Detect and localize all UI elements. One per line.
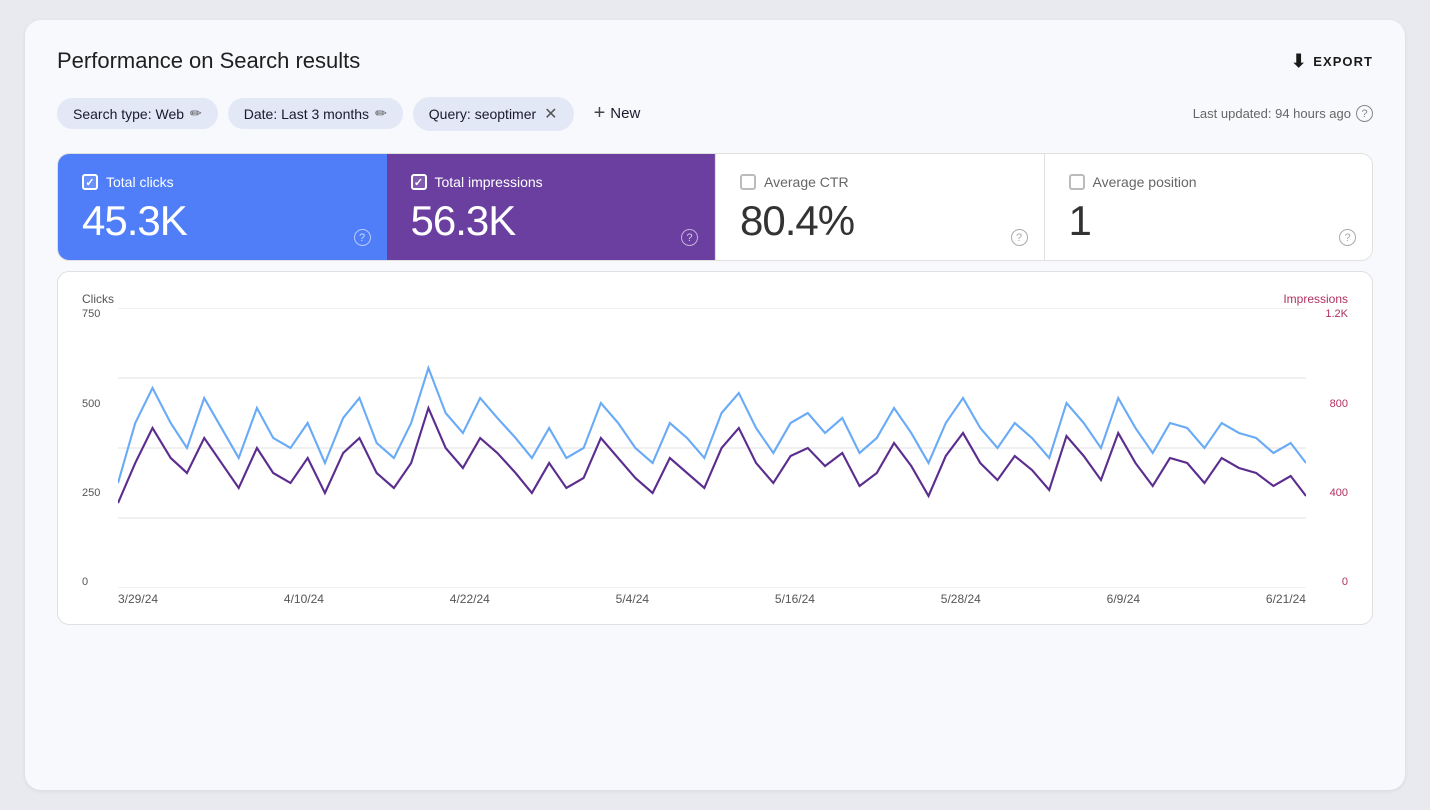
metric-checkbox-impressions[interactable] bbox=[411, 174, 427, 190]
metric-label-position: Average position bbox=[1093, 174, 1197, 190]
last-updated: Last updated: 94 hours ago ? bbox=[1193, 105, 1373, 122]
metric-total-clicks[interactable]: Total clicks 45.3K ? bbox=[58, 154, 387, 260]
last-updated-text: Last updated: 94 hours ago bbox=[1193, 106, 1351, 121]
metric-label-row: Total impressions bbox=[411, 174, 691, 190]
header-row: Performance on Search results ⬇ EXPORT bbox=[57, 48, 1373, 74]
chart-svg bbox=[118, 308, 1306, 588]
new-label: New bbox=[610, 105, 640, 122]
metric-help-clicks[interactable]: ? bbox=[354, 229, 371, 246]
y-tick-right-400: 400 bbox=[1312, 487, 1348, 499]
y-tick-right-1200: 1.2K bbox=[1312, 308, 1348, 320]
metric-help-position[interactable]: ? bbox=[1339, 229, 1356, 246]
metric-label-row: Average CTR bbox=[740, 174, 1020, 190]
metric-label-row: Total clicks bbox=[82, 174, 363, 190]
search-type-filter[interactable]: Search type: Web ✏ bbox=[57, 98, 218, 129]
x-label-1: 3/29/24 bbox=[118, 592, 158, 606]
metric-checkbox-clicks[interactable] bbox=[82, 174, 98, 190]
date-filter[interactable]: Date: Last 3 months ✏ bbox=[228, 98, 403, 129]
chart-container: Clicks Impressions 750 500 250 0 bbox=[57, 271, 1373, 625]
metric-label-impressions: Total impressions bbox=[435, 174, 543, 190]
search-type-label: Search type: Web bbox=[73, 106, 184, 122]
x-label-3: 4/22/24 bbox=[450, 592, 490, 606]
y-tick-left-500: 500 bbox=[82, 398, 112, 410]
edit-icon: ✏ bbox=[375, 105, 387, 122]
last-updated-help-icon[interactable]: ? bbox=[1356, 105, 1373, 122]
x-label-5: 5/16/24 bbox=[775, 592, 815, 606]
date-label: Date: Last 3 months bbox=[244, 106, 369, 122]
metric-total-impressions[interactable]: Total impressions 56.3K ? bbox=[387, 154, 716, 260]
x-label-2: 4/10/24 bbox=[284, 592, 324, 606]
metric-help-ctr[interactable]: ? bbox=[1011, 229, 1028, 246]
metric-average-position[interactable]: Average position 1 ? bbox=[1044, 154, 1373, 260]
metric-label-ctr: Average CTR bbox=[764, 174, 849, 190]
y-tick-left-750: 750 bbox=[82, 308, 112, 320]
metric-value-clicks: 45.3K bbox=[82, 198, 363, 244]
download-icon: ⬇ bbox=[1291, 51, 1307, 72]
y-tick-right-800: 800 bbox=[1312, 398, 1348, 410]
edit-icon: ✏ bbox=[190, 105, 202, 122]
x-label-7: 6/9/24 bbox=[1107, 592, 1140, 606]
export-label: EXPORT bbox=[1313, 54, 1373, 69]
metric-label-row: Average position bbox=[1069, 174, 1349, 190]
clicks-line bbox=[118, 368, 1306, 483]
chart-left-axis-label: Clicks bbox=[82, 292, 114, 306]
metrics-row: Total clicks 45.3K ? Total impressions 5… bbox=[57, 153, 1373, 261]
main-card: Performance on Search results ⬇ EXPORT S… bbox=[25, 20, 1405, 790]
y-tick-left-250: 250 bbox=[82, 487, 112, 499]
y-tick-right-0: 0 bbox=[1312, 576, 1348, 588]
x-label-4: 5/4/24 bbox=[616, 592, 649, 606]
metric-value-impressions: 56.3K bbox=[411, 198, 691, 244]
query-label: Query: seoptimer bbox=[429, 106, 536, 122]
close-icon: ✕ bbox=[544, 104, 557, 124]
metric-checkbox-position[interactable] bbox=[1069, 174, 1085, 190]
export-button[interactable]: ⬇ EXPORT bbox=[1291, 51, 1373, 72]
metric-label-clicks: Total clicks bbox=[106, 174, 174, 190]
metric-help-impressions[interactable]: ? bbox=[681, 229, 698, 246]
plus-icon: + bbox=[594, 102, 606, 125]
x-label-6: 5/28/24 bbox=[941, 592, 981, 606]
metric-checkbox-ctr[interactable] bbox=[740, 174, 756, 190]
metric-average-ctr[interactable]: Average CTR 80.4% ? bbox=[715, 154, 1044, 260]
query-filter[interactable]: Query: seoptimer ✕ bbox=[413, 97, 574, 131]
metric-value-position: 1 bbox=[1069, 198, 1349, 244]
page-title: Performance on Search results bbox=[57, 48, 360, 74]
chart-right-axis-label: Impressions bbox=[1283, 292, 1348, 306]
impressions-line bbox=[118, 408, 1306, 503]
x-label-8: 6/21/24 bbox=[1266, 592, 1306, 606]
new-filter-button[interactable]: + New bbox=[584, 96, 651, 131]
filters-row: Search type: Web ✏ Date: Last 3 months ✏… bbox=[57, 96, 1373, 131]
y-tick-left-0: 0 bbox=[82, 576, 112, 588]
metric-value-ctr: 80.4% bbox=[740, 198, 1020, 244]
